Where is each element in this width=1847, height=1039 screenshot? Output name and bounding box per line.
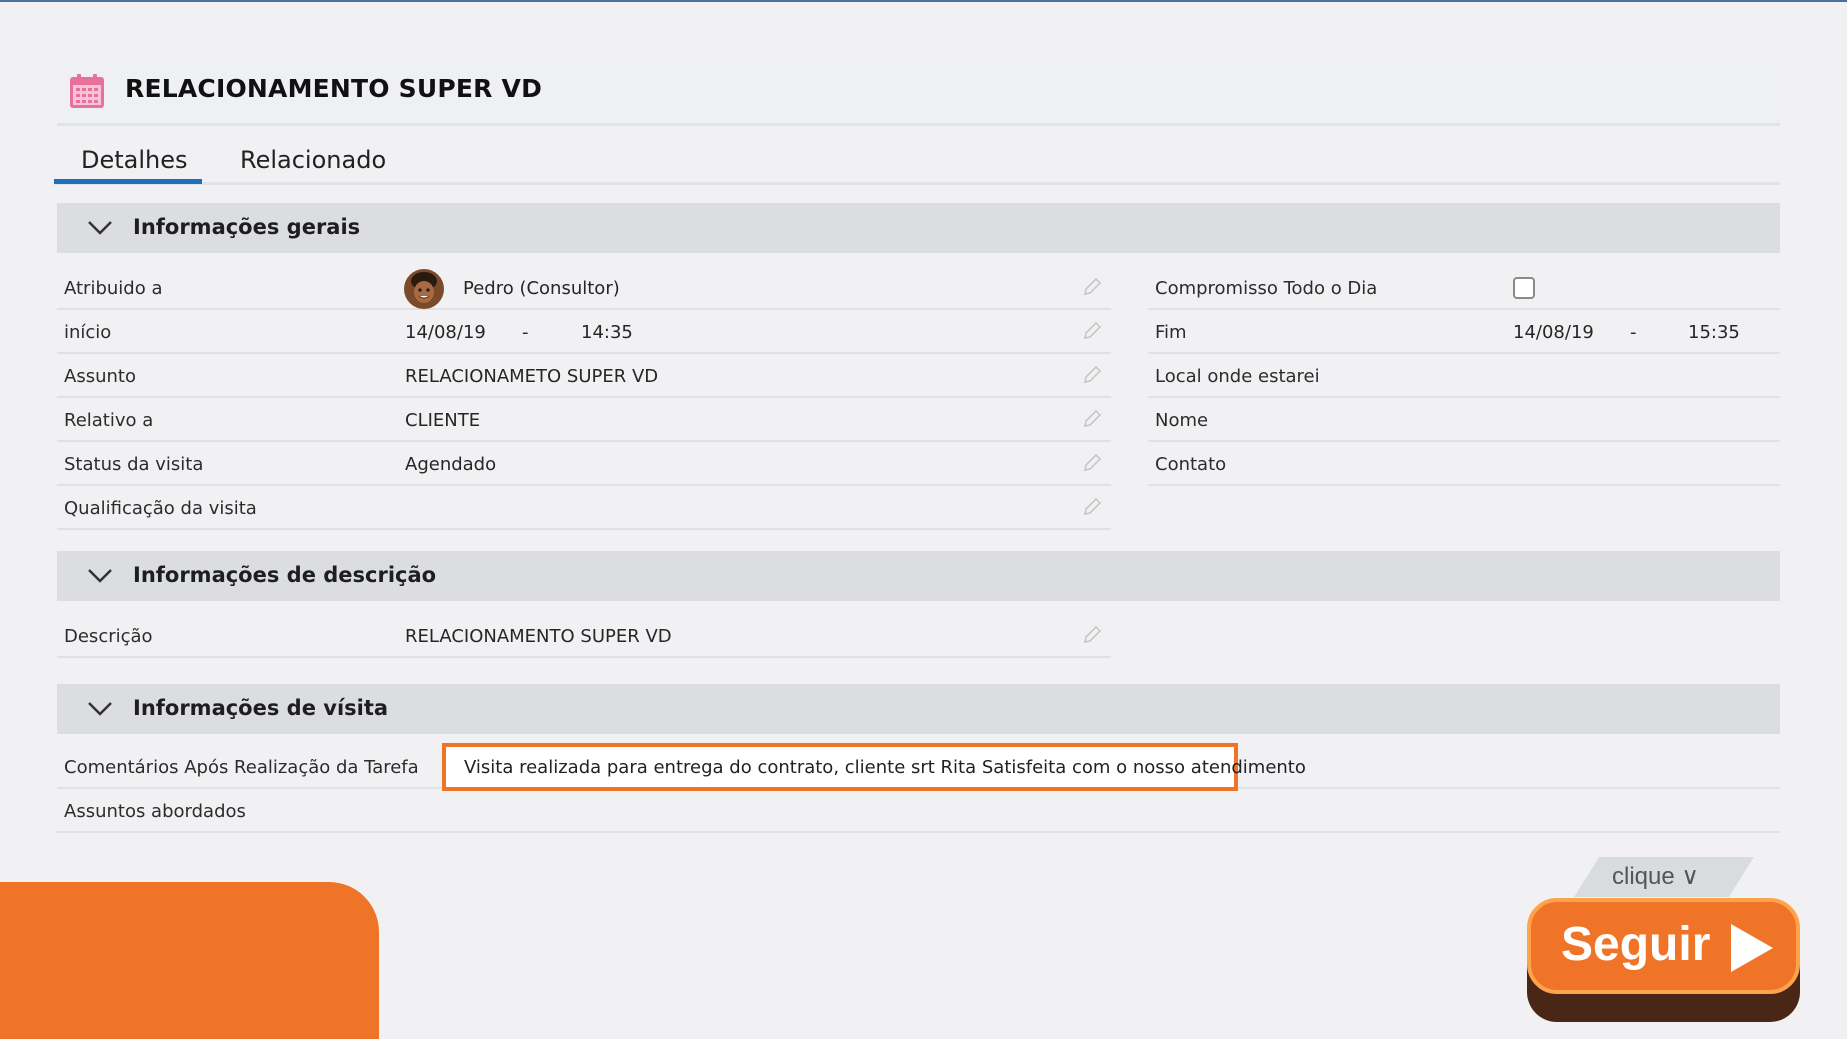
- pencil-icon[interactable]: [1081, 452, 1103, 474]
- field-comentarios: Comentários Após Realização da Tarefa Vi…: [57, 743, 1780, 791]
- all-day-checkbox[interactable]: [1513, 277, 1535, 299]
- play-icon: [1731, 924, 1773, 972]
- tab-bar: Detalhes Relacionado: [54, 136, 1780, 185]
- pencil-icon[interactable]: [1081, 496, 1103, 518]
- chevron-down-icon: [88, 221, 112, 235]
- field-value[interactable]: Pedro (Consultor): [463, 278, 620, 299]
- field-label: Local onde estarei: [1155, 366, 1320, 387]
- field-fim: Fim 14/08/19 - 15:35: [1148, 310, 1780, 354]
- field-status-da-visita: Status da visita Agendado: [57, 442, 1111, 486]
- page-title: RELACIONAMENTO SUPER VD: [125, 74, 543, 103]
- comment-text: Visita realizada para entrega do contrat…: [464, 757, 1306, 778]
- date-separator: -: [1630, 322, 1637, 343]
- field-label: Descrição: [64, 626, 153, 647]
- pencil-icon[interactable]: [1081, 320, 1103, 342]
- end-date[interactable]: 14/08/19: [1513, 322, 1594, 343]
- field-nome: Nome: [1148, 398, 1780, 442]
- field-contato: Contato: [1148, 442, 1780, 486]
- start-time[interactable]: 14:35: [581, 322, 633, 343]
- field-descricao: Descrição RELACIONAMENTO SUPER VD: [57, 614, 1111, 658]
- field-label: Contato: [1155, 454, 1227, 475]
- chevron-down-icon: [88, 569, 112, 583]
- field-label: Qualificação da visita: [64, 498, 257, 519]
- section-title: Informações de vísita: [133, 696, 389, 720]
- pencil-icon[interactable]: [1081, 624, 1103, 646]
- field-label: Atribuido a: [64, 278, 163, 299]
- date-separator: -: [522, 322, 529, 343]
- avatar[interactable]: [404, 269, 444, 309]
- field-qualificacao-da-visita: Qualificação da visita: [57, 486, 1111, 530]
- calendar-icon: [70, 74, 104, 108]
- section-title: Informações de descrição: [133, 563, 437, 587]
- pencil-icon[interactable]: [1081, 364, 1103, 386]
- field-label: Compromisso Todo o Dia: [1155, 278, 1378, 299]
- field-inicio: início 14/08/19 - 14:35: [57, 310, 1111, 354]
- field-label: Fim: [1155, 322, 1187, 343]
- field-label: Relativo a: [64, 410, 154, 431]
- active-tab-indicator: [54, 179, 202, 184]
- end-time[interactable]: 15:35: [1688, 322, 1740, 343]
- record-header: RELACIONAMENTO SUPER VD: [57, 56, 1780, 126]
- decorative-orange-panel: [0, 882, 379, 1039]
- seguir-button[interactable]: Seguir: [1527, 898, 1800, 994]
- tab-detalhes[interactable]: Detalhes: [81, 146, 188, 174]
- field-assuntos-abordados: Assuntos abordados: [57, 789, 1780, 833]
- field-assunto: Assunto RELACIONAMETO SUPER VD: [57, 354, 1111, 398]
- field-label: Comentários Após Realização da Tarefa: [64, 757, 419, 778]
- field-label: início: [64, 322, 112, 343]
- seguir-label: Seguir: [1561, 918, 1711, 971]
- field-compromisso-todo-o-dia: Compromisso Todo o Dia: [1148, 266, 1780, 310]
- top-border: [0, 0, 1847, 2]
- start-date[interactable]: 14/08/19: [405, 322, 486, 343]
- pencil-icon[interactable]: [1081, 276, 1103, 298]
- hint-text: clique ∨: [1612, 863, 1699, 890]
- field-label: Assuntos abordados: [64, 801, 246, 822]
- field-local-onde-estarei: Local onde estarei: [1148, 354, 1780, 398]
- field-value: RELACIONAMENTO SUPER VD: [405, 626, 672, 647]
- pencil-icon[interactable]: [1081, 408, 1103, 430]
- field-value: RELACIONAMETO SUPER VD: [405, 366, 659, 387]
- section-general-header[interactable]: Informações gerais: [57, 203, 1780, 253]
- field-relativo-a: Relativo a CLIENTE: [57, 398, 1111, 442]
- tab-relacionado[interactable]: Relacionado: [240, 146, 386, 174]
- field-label: Assunto: [64, 366, 136, 387]
- section-title: Informações gerais: [133, 215, 361, 239]
- field-label: Status da visita: [64, 454, 204, 475]
- chevron-down-icon: [88, 702, 112, 716]
- section-description-header[interactable]: Informações de descrição: [57, 551, 1780, 601]
- field-value: Agendado: [405, 454, 497, 475]
- field-label: Nome: [1155, 410, 1209, 431]
- section-visit-header[interactable]: Informações de vísita: [57, 684, 1780, 734]
- field-value: CLIENTE: [405, 410, 481, 431]
- highlighted-comment-box[interactable]: Visita realizada para entrega do contrat…: [442, 743, 1306, 791]
- field-atribuido-a: Atribuido a Pedro (Consultor): [57, 266, 1111, 310]
